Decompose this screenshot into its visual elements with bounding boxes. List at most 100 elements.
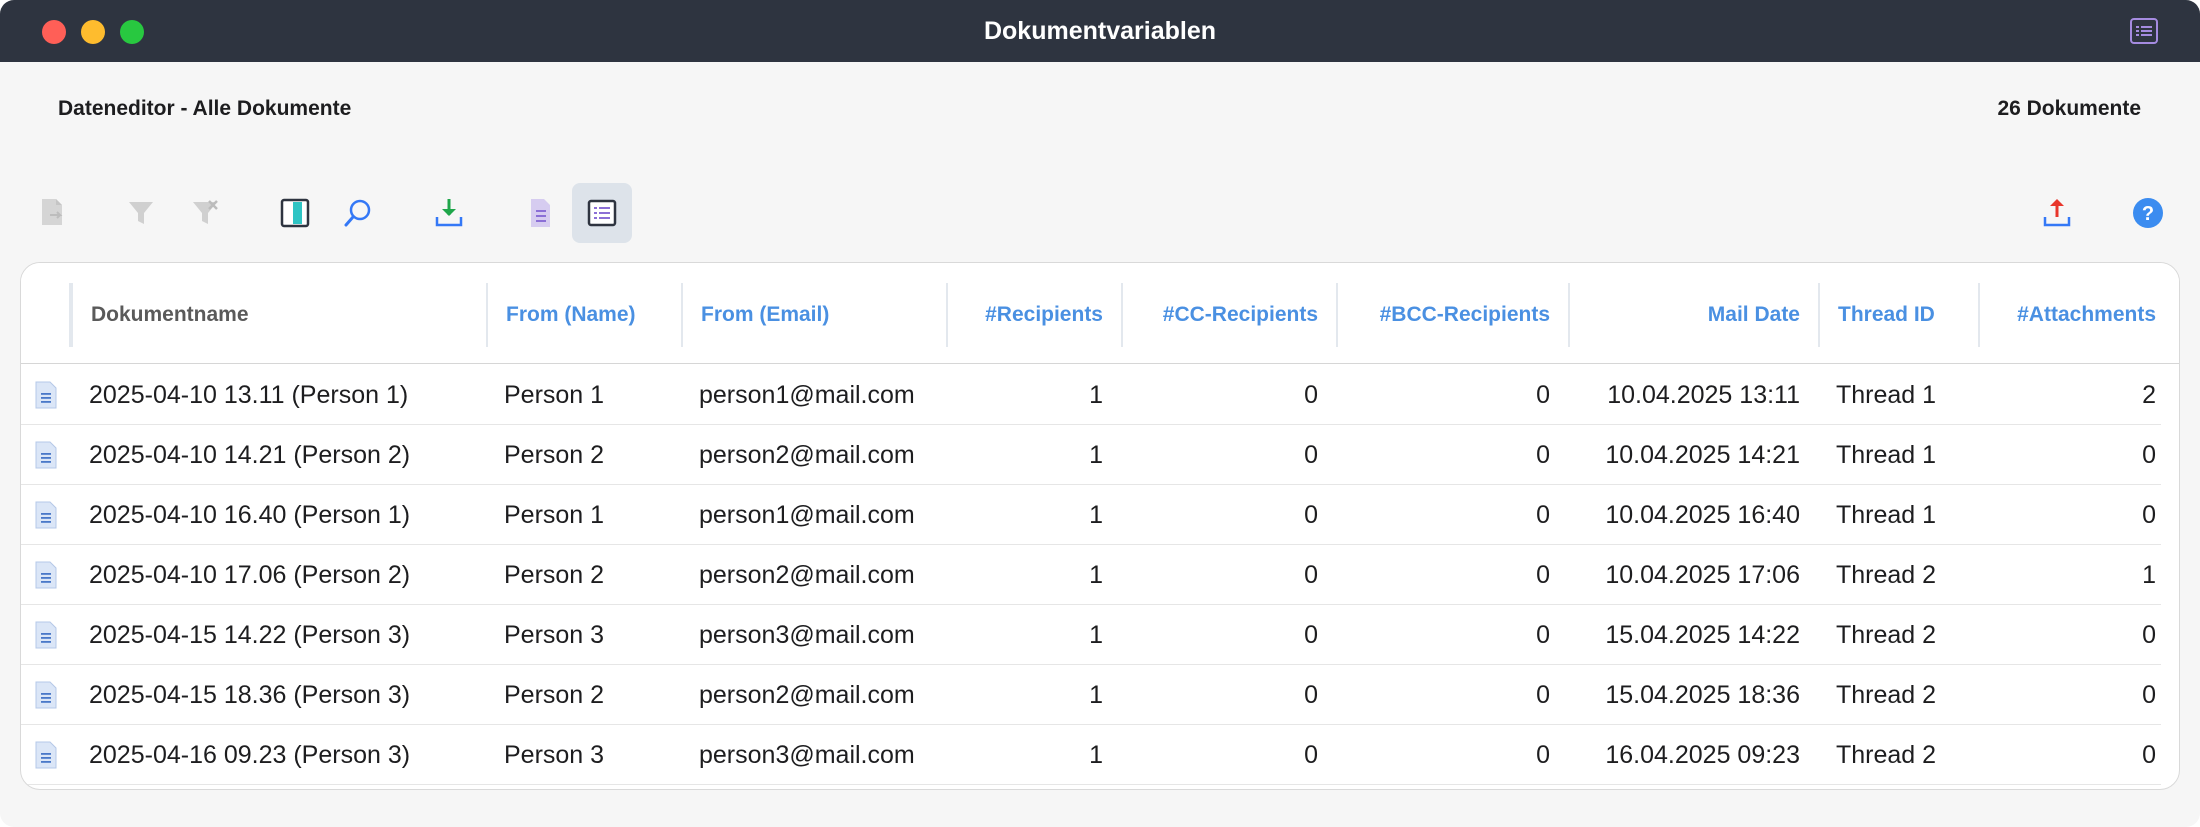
cell-from-name[interactable]: Person 1 (486, 365, 681, 425)
column-header-mail-date[interactable]: Mail Date (1568, 283, 1818, 347)
table-row[interactable]: 2025-04-15 18.36 (Person 3) Person 2 perso… (21, 665, 2161, 725)
cell-from-name[interactable]: Person 2 (486, 425, 681, 485)
cell-dokumentname[interactable]: 2025-04-10 16.40 (Person 1) (71, 485, 507, 545)
download-button[interactable] (419, 183, 479, 243)
cell-cc-recipients[interactable]: 0 (1121, 545, 1336, 605)
cell-dokumentname[interactable]: 2025-04-10 17.06 (Person 2) (71, 545, 507, 605)
cell-from-email[interactable]: person3@mail.com (681, 605, 946, 665)
table-row[interactable]: 2025-04-10 13.11 (Person 1) Person 1 perso… (21, 365, 2161, 425)
cell-attachments[interactable]: 0 (1978, 425, 2174, 485)
cell-from-name[interactable]: Person 3 (486, 725, 681, 785)
cell-from-name[interactable]: Person 1 (486, 485, 681, 545)
variable-list-icon[interactable] (2130, 18, 2158, 44)
cell-recipients[interactable]: 1 (946, 545, 1121, 605)
column-header-from-email[interactable]: From (Email) (681, 283, 946, 347)
maximize-window-button[interactable] (120, 20, 144, 44)
cell-recipients[interactable]: 1 (946, 425, 1121, 485)
cell-mail-date[interactable]: 10.04.2025 16:40 (1568, 485, 1818, 545)
column-header-bcc-recipients[interactable]: #BCC-Recipients (1336, 283, 1568, 347)
cell-mail-date[interactable]: 10.04.2025 13:11 (1568, 365, 1818, 425)
document-icon (35, 741, 57, 769)
cell-bcc-recipients[interactable]: 0 (1336, 665, 1568, 725)
cell-mail-date[interactable]: 10.04.2025 14:21 (1568, 425, 1818, 485)
table-row[interactable]: 2025-04-15 14.22 (Person 3) Person 3 perso… (21, 605, 2161, 665)
column-header-thread-id[interactable]: Thread ID (1818, 283, 1978, 347)
document-icon (35, 441, 57, 469)
cell-attachments[interactable]: 0 (1978, 725, 2174, 785)
new-document-button[interactable] (22, 183, 82, 243)
cell-from-name[interactable]: Person 3 (486, 605, 681, 665)
cell-mail-date[interactable]: 10.04.2025 17:06 (1568, 545, 1818, 605)
cell-dokumentname[interactable]: 2025-04-15 14.22 (Person 3) (71, 605, 507, 665)
column-header-dokumentname[interactable]: Dokumentname (71, 283, 507, 347)
cell-bcc-recipients[interactable]: 0 (1336, 365, 1568, 425)
documents-table: Dokumentname From (Name) From (Email) #R… (20, 262, 2180, 790)
variable-list-button[interactable] (572, 183, 632, 243)
cell-thread-id[interactable]: Thread 2 (1818, 725, 1978, 785)
cell-from-email[interactable]: person1@mail.com (681, 485, 946, 545)
filter-button[interactable] (111, 183, 171, 243)
cell-dokumentname[interactable]: 2025-04-16 09.23 (Person 3) (71, 725, 507, 785)
cell-recipients[interactable]: 1 (946, 365, 1121, 425)
cell-mail-date[interactable]: 15.04.2025 18:36 (1568, 665, 1818, 725)
cell-bcc-recipients[interactable]: 0 (1336, 605, 1568, 665)
columns-button[interactable] (265, 183, 325, 243)
cell-cc-recipients[interactable]: 0 (1121, 425, 1336, 485)
cell-from-email[interactable]: person3@mail.com (681, 725, 946, 785)
cell-attachments[interactable]: 0 (1978, 485, 2174, 545)
clear-filter-button[interactable] (175, 183, 235, 243)
cell-from-name[interactable]: Person 2 (486, 665, 681, 725)
column-header-recipients[interactable]: #Recipients (946, 283, 1121, 347)
cell-dokumentname[interactable]: 2025-04-10 14.21 (Person 2) (71, 425, 507, 485)
cell-dokumentname[interactable]: 2025-04-15 18.36 (Person 3) (71, 665, 507, 725)
cell-thread-id[interactable]: Thread 2 (1818, 605, 1978, 665)
columns-icon (280, 198, 310, 228)
table-row[interactable]: 2025-04-10 14.21 (Person 2) Person 2 perso… (21, 425, 2161, 485)
table-row[interactable]: 2025-04-16 09.23 (Person 3) Person 3 perso… (21, 725, 2161, 785)
document-icon (35, 381, 57, 409)
cell-dokumentname[interactable]: 2025-04-10 13.11 (Person 1) (71, 365, 507, 425)
search-button[interactable] (328, 183, 388, 243)
cell-recipients[interactable]: 1 (946, 485, 1121, 545)
cell-from-name[interactable]: Person 2 (486, 545, 681, 605)
column-header-cc-recipients[interactable]: #CC-Recipients (1121, 283, 1336, 347)
cell-attachments[interactable]: 2 (1978, 365, 2174, 425)
cell-cc-recipients[interactable]: 0 (1121, 665, 1336, 725)
table-row[interactable]: 2025-04-10 17.06 (Person 2) Person 2 perso… (21, 545, 2161, 605)
minimize-window-button[interactable] (81, 20, 105, 44)
cell-thread-id[interactable]: Thread 2 (1818, 545, 1978, 605)
table-row[interactable]: 2025-04-10 16.40 (Person 1) Person 1 perso… (21, 485, 2161, 545)
cell-cc-recipients[interactable]: 0 (1121, 605, 1336, 665)
new-document-icon (42, 199, 63, 225)
cell-cc-recipients[interactable]: 0 (1121, 365, 1336, 425)
cell-thread-id[interactable]: Thread 2 (1818, 665, 1978, 725)
document-list-button[interactable] (510, 183, 570, 243)
cell-bcc-recipients[interactable]: 0 (1336, 725, 1568, 785)
cell-from-email[interactable]: person2@mail.com (681, 545, 946, 605)
cell-attachments[interactable]: 0 (1978, 665, 2174, 725)
cell-recipients[interactable]: 1 (946, 665, 1121, 725)
column-header-from-name[interactable]: From (Name) (486, 283, 681, 347)
cell-bcc-recipients[interactable]: 0 (1336, 545, 1568, 605)
cell-thread-id[interactable]: Thread 1 (1818, 485, 1978, 545)
cell-from-email[interactable]: person2@mail.com (681, 425, 946, 485)
close-window-button[interactable] (42, 20, 66, 44)
cell-mail-date[interactable]: 16.04.2025 09:23 (1568, 725, 1818, 785)
cell-recipients[interactable]: 1 (946, 605, 1121, 665)
cell-bcc-recipients[interactable]: 0 (1336, 425, 1568, 485)
cell-bcc-recipients[interactable]: 0 (1336, 485, 1568, 545)
cell-recipients[interactable]: 1 (946, 725, 1121, 785)
cell-cc-recipients[interactable]: 0 (1121, 725, 1336, 785)
cell-thread-id[interactable]: Thread 1 (1818, 365, 1978, 425)
cell-from-email[interactable]: person1@mail.com (681, 365, 946, 425)
cell-from-email[interactable]: person2@mail.com (681, 665, 946, 725)
cell-attachments[interactable]: 1 (1978, 545, 2174, 605)
cell-thread-id[interactable]: Thread 1 (1818, 425, 1978, 485)
filter-clear-icon (193, 200, 218, 224)
cell-cc-recipients[interactable]: 0 (1121, 485, 1336, 545)
cell-mail-date[interactable]: 15.04.2025 14:22 (1568, 605, 1818, 665)
column-header-attachments[interactable]: #Attachments (1978, 283, 2174, 347)
export-button[interactable] (2027, 183, 2087, 243)
help-button[interactable]: ? (2118, 183, 2178, 243)
cell-attachments[interactable]: 0 (1978, 605, 2174, 665)
